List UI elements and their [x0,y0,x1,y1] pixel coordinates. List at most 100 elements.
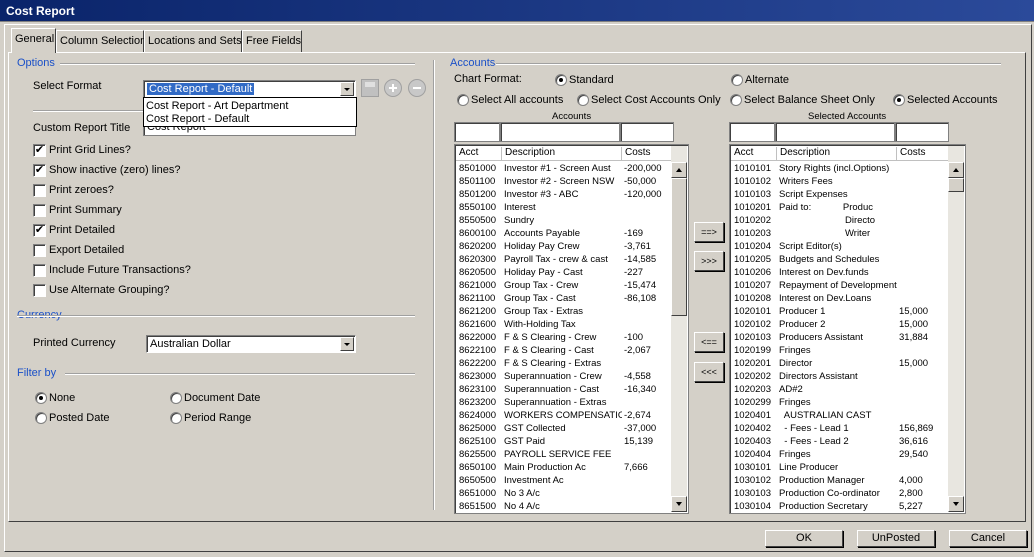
format-option[interactable]: Cost Report - Default [146,113,249,125]
table-row[interactable]: 1010205 Budgets and Schedules [731,254,947,267]
filter-costs-input[interactable] [895,122,949,142]
add-format-icon[interactable] [384,79,402,97]
filter-costs-input[interactable] [620,122,674,142]
table-row[interactable]: 8623000 Superannuation - Crew -4,558 [456,371,672,384]
table-row[interactable]: 8625000 GST Collected -37,000 [456,423,672,436]
table-row[interactable]: 8501200 Investor #3 - ABC -120,000 [456,189,672,202]
table-row[interactable]: 8622000 F & S Clearing - Crew -100 [456,332,672,345]
table-row[interactable]: 1030104 Production Secretary 5,227 [731,501,947,513]
table-row[interactable]: 8621600 With-Holding Tax [456,319,672,332]
table-row[interactable]: 1020202 Directors Assistant [731,371,947,384]
radio-button[interactable] [170,412,182,424]
accounts-grid[interactable]: Acct Description Costs 8501000 Investor #… [454,144,689,514]
table-row[interactable]: 8625500 PAYROLL SERVICE FEE [456,449,672,462]
vertical-scrollbar[interactable] [948,146,964,512]
table-row[interactable]: 1020203 AD#2 [731,384,947,397]
radio-button[interactable] [577,94,589,106]
checkbox-box[interactable] [33,264,46,277]
table-row[interactable]: 1020201 Director 15,000 [731,358,947,371]
radio-button[interactable] [555,74,567,86]
table-row[interactable]: 8623100 Superannuation - Cast -16,340 [456,384,672,397]
table-row[interactable]: 1020199 Fringes [731,345,947,358]
table-row[interactable]: 8621100 Group Tax - Cast -86,108 [456,293,672,306]
chevron-down-icon[interactable] [340,82,354,96]
checkbox-box[interactable] [33,184,46,197]
table-row[interactable]: 8650100 Main Production Ac 7,666 [456,462,672,475]
checkbox-box[interactable] [33,284,46,297]
filter-acct-input[interactable] [729,122,775,142]
selected-accounts-grid[interactable]: Acct Description Costs 1010101 Story Righ… [729,144,966,514]
radio-button[interactable] [35,392,47,404]
radio-button[interactable] [730,94,742,106]
table-row[interactable]: 1030103 Production Co-ordinator 2,800 [731,488,947,501]
unposted-button[interactable]: UnPosted [857,530,935,547]
save-format-icon[interactable] [361,79,379,97]
remove-all-accounts-button[interactable]: <<< [694,362,724,382]
filter-description-input[interactable] [500,122,620,142]
table-row[interactable]: 1030102 Production Manager 4,000 [731,475,947,488]
table-row[interactable]: 1010203 Writer [731,228,947,241]
table-row[interactable]: 8620200 Holiday Pay Crew -3,761 [456,241,672,254]
filter-acct-input[interactable] [454,122,500,142]
table-row[interactable]: 8622200 F & S Clearing - Extras [456,358,672,371]
table-row[interactable]: 1020401 AUSTRALIAN CAST [731,410,947,423]
table-row[interactable]: 8600100 Accounts Payable -169 [456,228,672,241]
scroll-thumb[interactable] [671,178,687,316]
radio-button[interactable] [893,94,905,106]
radio-button[interactable] [731,74,743,86]
table-row[interactable]: 8623200 Superannuation - Extras [456,397,672,410]
table-row[interactable]: 1020299 Fringes [731,397,947,410]
table-row[interactable]: 8621000 Group Tax - Crew -15,474 [456,280,672,293]
scroll-up-icon[interactable] [948,162,964,178]
column-header-description[interactable]: Description [776,147,830,160]
checkbox-box[interactable]: ✔ [33,144,46,157]
tab-column-selection[interactable]: Column Selection [56,30,146,52]
table-row[interactable]: 1010201 Paid to: Produc [731,202,947,215]
table-row[interactable]: 8625100 GST Paid 15,139 [456,436,672,449]
table-row[interactable]: 1030101 Line Producer [731,462,947,475]
remove-account-button[interactable]: <== [694,332,724,352]
remove-format-icon[interactable] [408,79,426,97]
tab-free-fields[interactable]: Free Fields [242,30,302,52]
radio-button[interactable] [35,412,47,424]
table-row[interactable]: 1010208 Interest on Dev.Loans [731,293,947,306]
column-header-costs[interactable]: Costs [896,147,926,160]
table-row[interactable]: 1010206 Interest on Dev.funds [731,267,947,280]
checkbox-box[interactable] [33,244,46,257]
add-account-button[interactable]: ==> [694,222,724,242]
checkbox-box[interactable]: ✔ [33,164,46,177]
vertical-scrollbar[interactable] [671,146,687,512]
table-row[interactable]: 1010207 Repayment of Development [731,280,947,293]
table-row[interactable]: 1020402 - Fees - Lead 1 156,869 [731,423,947,436]
radio-button[interactable] [170,392,182,404]
table-row[interactable]: 1010102 Writers Fees [731,176,947,189]
column-header-costs[interactable]: Costs [621,147,651,160]
table-row[interactable]: 8501000 Investor #1 - Screen Aust -200,000 [456,163,672,176]
table-row[interactable]: 1020101 Producer 1 15,000 [731,306,947,319]
filter-description-input[interactable] [775,122,895,142]
table-row[interactable]: 8622100 F & S Clearing - Cast -2,067 [456,345,672,358]
scroll-up-icon[interactable] [671,162,687,178]
table-row[interactable]: 8620500 Holiday Pay - Cast -227 [456,267,672,280]
table-row[interactable]: 8621200 Group Tax - Extras [456,306,672,319]
table-row[interactable]: 1020404 Fringes 29,540 [731,449,947,462]
table-row[interactable]: 1020102 Producer 2 15,000 [731,319,947,332]
table-row[interactable]: 1020403 - Fees - Lead 2 36,616 [731,436,947,449]
table-row[interactable]: 8501100 Investor #2 - Screen NSW -50,000 [456,176,672,189]
chevron-down-icon[interactable] [340,337,354,351]
tab-general[interactable]: General [11,28,56,53]
tab-locations-and-sets[interactable]: Locations and Sets [144,30,242,52]
cancel-button[interactable]: Cancel [949,530,1027,547]
checkbox-box[interactable] [33,204,46,217]
select-format-dropdown[interactable]: Cost Report - Default [143,80,356,98]
table-row[interactable]: 8651000 No 3 A/c [456,488,672,501]
format-option[interactable]: Cost Report - Art Department [146,100,288,112]
table-row[interactable]: 1010204 Script Editor(s) [731,241,947,254]
scroll-down-icon[interactable] [671,496,687,512]
table-row[interactable]: 8550100 Interest [456,202,672,215]
column-header-acct[interactable]: Acct [456,147,478,160]
checkbox-box[interactable]: ✔ [33,224,46,237]
table-row[interactable]: 8651500 No 4 A/c [456,501,672,513]
scroll-down-icon[interactable] [948,496,964,512]
table-row[interactable]: 1020103 Producers Assistant 31,884 [731,332,947,345]
